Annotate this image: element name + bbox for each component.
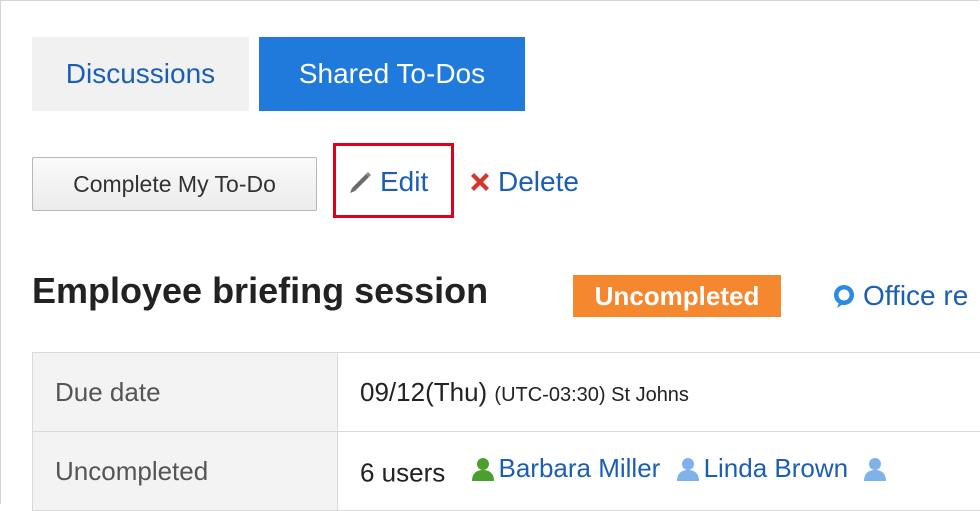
complete-my-todo-button[interactable]: Complete My To-Do bbox=[32, 157, 317, 211]
user-name: Barbara Miller bbox=[499, 453, 661, 484]
details-table: Due date 09/12(Thu) (UTC-03:30) St Johns… bbox=[32, 352, 980, 511]
user-name: Linda Brown bbox=[704, 453, 849, 484]
edit-link[interactable]: Edit bbox=[346, 163, 428, 201]
user-icon bbox=[676, 456, 700, 482]
user-icon bbox=[471, 456, 495, 482]
page-title: Employee briefing session bbox=[32, 270, 488, 312]
user-link-linda-brown[interactable]: Linda Brown bbox=[676, 453, 849, 484]
uncompleted-value: 6 users Barbara Miller Linda Br bbox=[338, 432, 980, 511]
due-date: 09/12(Thu) bbox=[360, 377, 487, 407]
edit-link-label: Edit bbox=[380, 166, 428, 198]
category-label: Office re bbox=[863, 280, 968, 312]
tab-shared-todos[interactable]: Shared To-Dos bbox=[259, 37, 525, 111]
tab-discussions[interactable]: Discussions bbox=[32, 37, 249, 111]
due-date-row: Due date 09/12(Thu) (UTC-03:30) St Johns bbox=[33, 353, 980, 432]
due-date-label: Due date bbox=[33, 353, 338, 432]
due-date-value: 09/12(Thu) (UTC-03:30) St Johns bbox=[338, 353, 980, 432]
due-timezone: (UTC-03:30) St Johns bbox=[494, 384, 689, 406]
delete-x-icon bbox=[466, 168, 494, 196]
category-bubble-icon bbox=[831, 283, 857, 309]
category-link[interactable]: Office re bbox=[831, 276, 968, 316]
delete-link[interactable]: Delete bbox=[466, 163, 579, 201]
pencil-icon bbox=[346, 168, 374, 196]
status-badge: Uncompleted bbox=[573, 275, 781, 317]
user-link-barbara-miller[interactable]: Barbara Miller bbox=[471, 453, 661, 484]
delete-link-label: Delete bbox=[498, 166, 579, 198]
user-link-truncated[interactable] bbox=[863, 456, 891, 482]
uncompleted-count: 6 users bbox=[360, 458, 445, 488]
uncompleted-row: Uncompleted 6 users Barbara Miller bbox=[33, 432, 980, 511]
uncompleted-label: Uncompleted bbox=[33, 432, 338, 511]
user-icon bbox=[863, 456, 887, 482]
